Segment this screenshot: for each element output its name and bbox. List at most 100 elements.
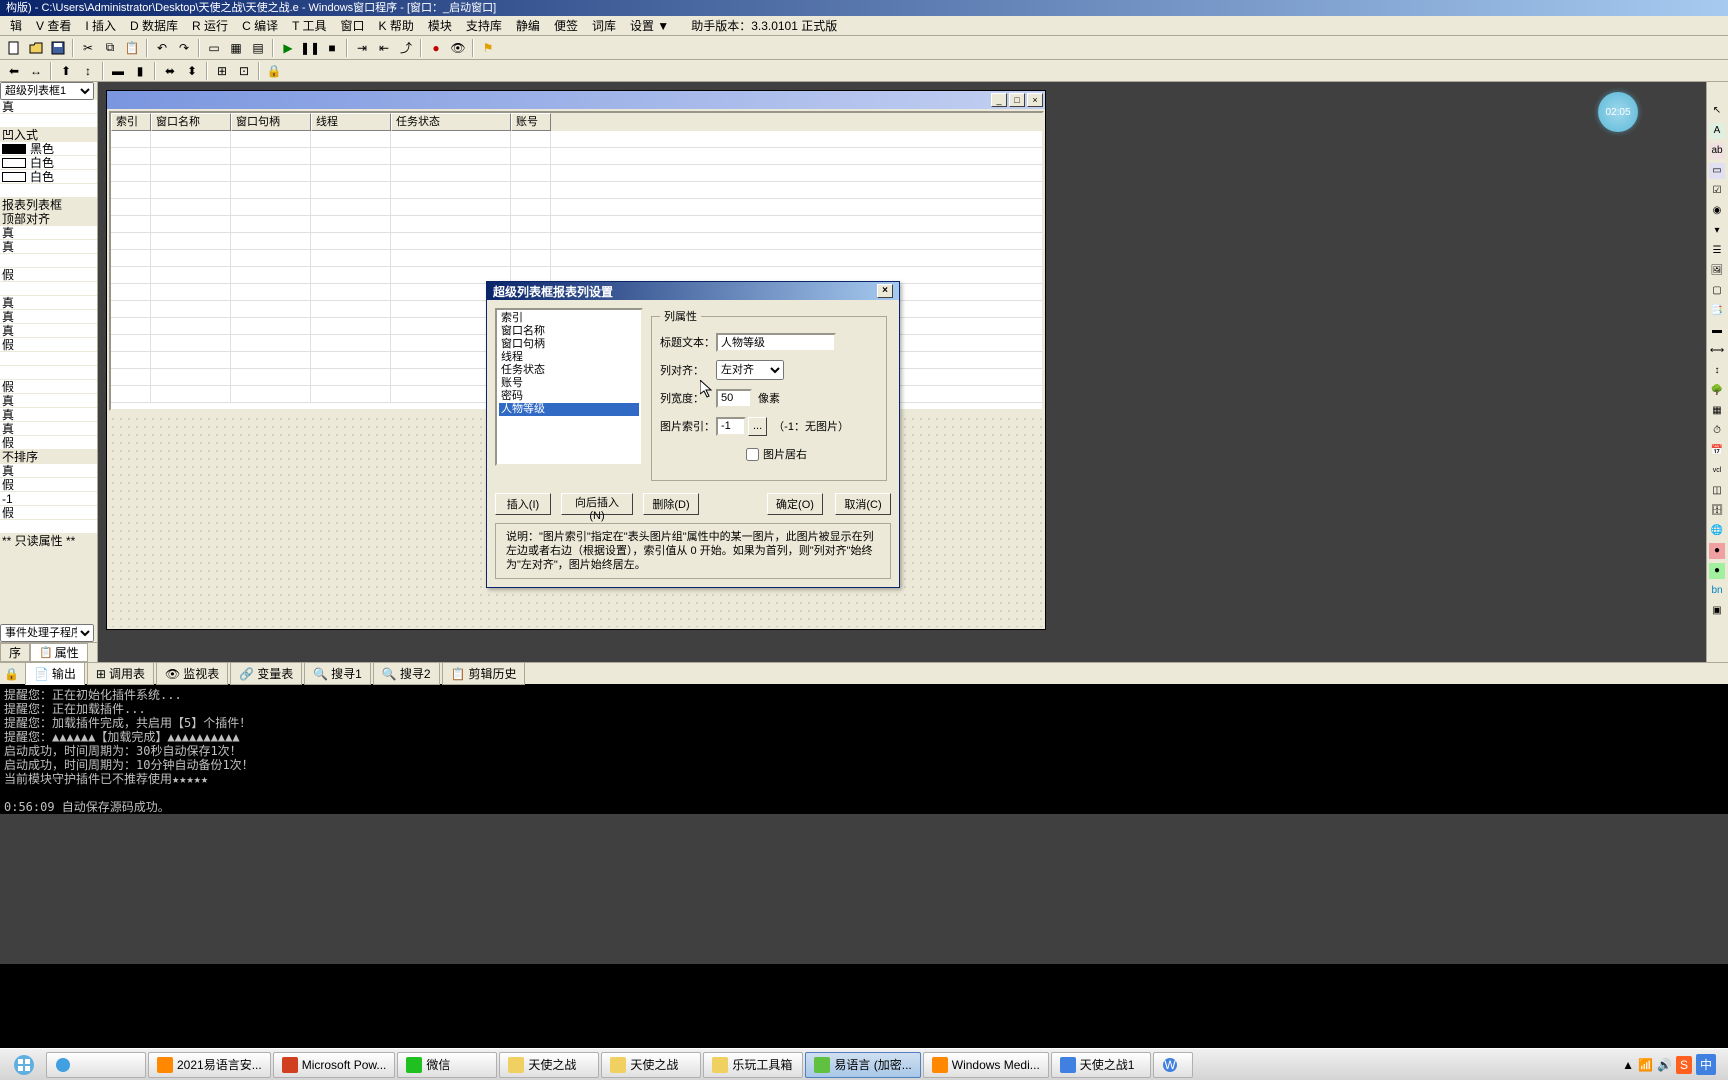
tab-find2[interactable]: 🔍搜寻2 [373,662,440,685]
tool-db-icon[interactable]: 🗄 [1708,502,1726,520]
system-tray[interactable]: ▲ 📶 🔊 S 中 [1614,1054,1724,1075]
menu-module[interactable]: 模块 [422,15,458,36]
form-close-icon[interactable]: × [1027,93,1043,107]
menu-static[interactable]: 静编 [510,15,546,36]
column-list-item[interactable]: 索引 [499,312,639,325]
tool-slider-icon[interactable]: ⟷ [1708,342,1726,360]
prop-row[interactable] [0,352,97,366]
prop-row[interactable]: 真 [0,464,97,478]
tab-vars[interactable]: 🔗变量表 [230,662,302,685]
tb-stepin-icon[interactable]: ⇤ [374,38,394,58]
task-button[interactable]: 天使之战 [499,1052,599,1078]
tb-stepout-icon[interactable]: ⤴ [396,38,416,58]
same-h-icon[interactable]: ⬍ [182,61,202,81]
ok-button[interactable]: 确定(O) [767,493,823,515]
prop-row[interactable] [0,366,97,380]
tb-paste-icon[interactable]: 📋 [122,38,142,58]
title-input[interactable] [716,333,836,352]
prop-row[interactable]: 真 [0,100,97,114]
prop-row[interactable]: 真 [0,240,97,254]
tray-lang-icon[interactable]: 中 [1696,1054,1716,1075]
prop-row[interactable]: 白色 [0,170,97,184]
prop-tab-program[interactable]: 序 [0,643,30,662]
tool-list-icon[interactable]: ☰ [1708,242,1726,260]
tool-misc2-icon[interactable]: ● [1708,562,1726,580]
tool-button-icon[interactable]: ▭ [1708,162,1726,180]
lv-row[interactable] [111,199,1042,216]
dist-v-icon[interactable]: ▮ [130,61,150,81]
menu-lib[interactable]: 支持库 [460,15,508,36]
snap-icon[interactable]: ⊡ [234,61,254,81]
lv-column-header[interactable]: 任务状态 [391,113,511,131]
tb-cut-icon[interactable]: ✂ [78,38,98,58]
task-button[interactable]: 天使之战 [601,1052,701,1078]
task-button[interactable]: 易语言 (加密... [805,1052,920,1078]
tool-tree-icon[interactable]: 🌳 [1708,382,1726,400]
lv-row[interactable] [111,165,1042,182]
prop-row[interactable]: 假 [0,268,97,282]
tab-callstack[interactable]: ⊞调用表 [87,662,154,685]
prop-row[interactable]: 凹入式 [0,128,97,142]
tool-progress-icon[interactable]: ▬ [1708,322,1726,340]
prop-row[interactable]: 假 [0,436,97,450]
lv-row[interactable] [111,216,1042,233]
align-middle-icon[interactable]: ↕ [78,61,98,81]
prop-row[interactable]: 真 [0,394,97,408]
align-left-icon[interactable]: ⬅ [4,61,24,81]
prop-row[interactable]: 真 [0,226,97,240]
imgidx-input[interactable] [716,417,746,436]
tray-network-icon[interactable]: 📶 [1638,1058,1653,1072]
tab-watch[interactable]: 👁监视表 [156,662,228,685]
tool-net-icon[interactable]: 🌐 [1708,522,1726,540]
imgidx-browse-button[interactable]: ... [748,417,767,436]
tool-misc3-icon[interactable]: bn [1708,582,1726,600]
task-button[interactable]: 天使之战1 [1051,1052,1151,1078]
tab-output[interactable]: 📄输出 [25,662,85,685]
tb-redo-icon[interactable]: ↷ [174,38,194,58]
prop-row[interactable] [0,114,97,128]
prop-row[interactable]: 报表列表框 [0,198,97,212]
form-maximize-icon[interactable]: □ [1009,93,1025,107]
prop-row[interactable]: 假 [0,506,97,520]
lv-column-header[interactable]: 账号 [511,113,551,131]
menu-insert[interactable]: I 插入 [79,15,122,36]
column-list-item[interactable]: 账号 [499,377,639,390]
cancel-button[interactable]: 取消(C) [835,493,891,515]
prop-row[interactable] [0,282,97,296]
column-list-item[interactable]: 密码 [499,390,639,403]
tb-copy-icon[interactable]: ⧉ [100,38,120,58]
tb-breakpoint-icon[interactable]: ● [426,38,446,58]
tab-clip[interactable]: 📋剪辑历史 [442,662,526,685]
prop-row[interactable] [0,254,97,268]
lv-row[interactable] [111,148,1042,165]
prop-row[interactable]: 白色 [0,156,97,170]
delete-button[interactable]: 删除(D) [643,493,699,515]
tb-code-icon[interactable]: ▤ [248,38,268,58]
prop-row[interactable]: 不排序 [0,450,97,464]
column-list-item[interactable]: 任务状态 [499,364,639,377]
menu-notes[interactable]: 便签 [548,15,584,36]
menu-view[interactable]: V 查看 [30,15,77,36]
prop-row[interactable]: 假 [0,478,97,492]
form-minimize-icon[interactable]: _ [991,93,1007,107]
menu-run[interactable]: R 运行 [186,15,234,36]
column-list-item[interactable]: 线程 [499,351,639,364]
tb-form-icon[interactable]: ▦ [226,38,246,58]
tool-date-icon[interactable]: 📅 [1708,442,1726,460]
start-button[interactable] [4,1051,44,1079]
menu-help[interactable]: K 帮助 [373,15,420,36]
tb-new-icon[interactable] [4,38,24,58]
width-input[interactable] [716,389,752,408]
menu-window[interactable]: 窗口 [335,15,371,36]
dialog-titlebar[interactable]: 超级列表框报表列设置 × [487,282,899,300]
tb-open-icon[interactable] [26,38,46,58]
lock-icon[interactable]: 🔒 [264,61,284,81]
tb-stop-icon[interactable]: ■ [322,38,342,58]
prop-row[interactable]: 黑色 [0,142,97,156]
prop-row[interactable]: 真 [0,296,97,310]
tool-frame-icon[interactable]: ▢ [1708,282,1726,300]
task-button[interactable]: 微信 [397,1052,497,1078]
lv-row[interactable] [111,182,1042,199]
prop-tab-props[interactable]: 📋属性 [30,643,88,662]
task-button[interactable]: 乐玩工具箱 [703,1052,803,1078]
